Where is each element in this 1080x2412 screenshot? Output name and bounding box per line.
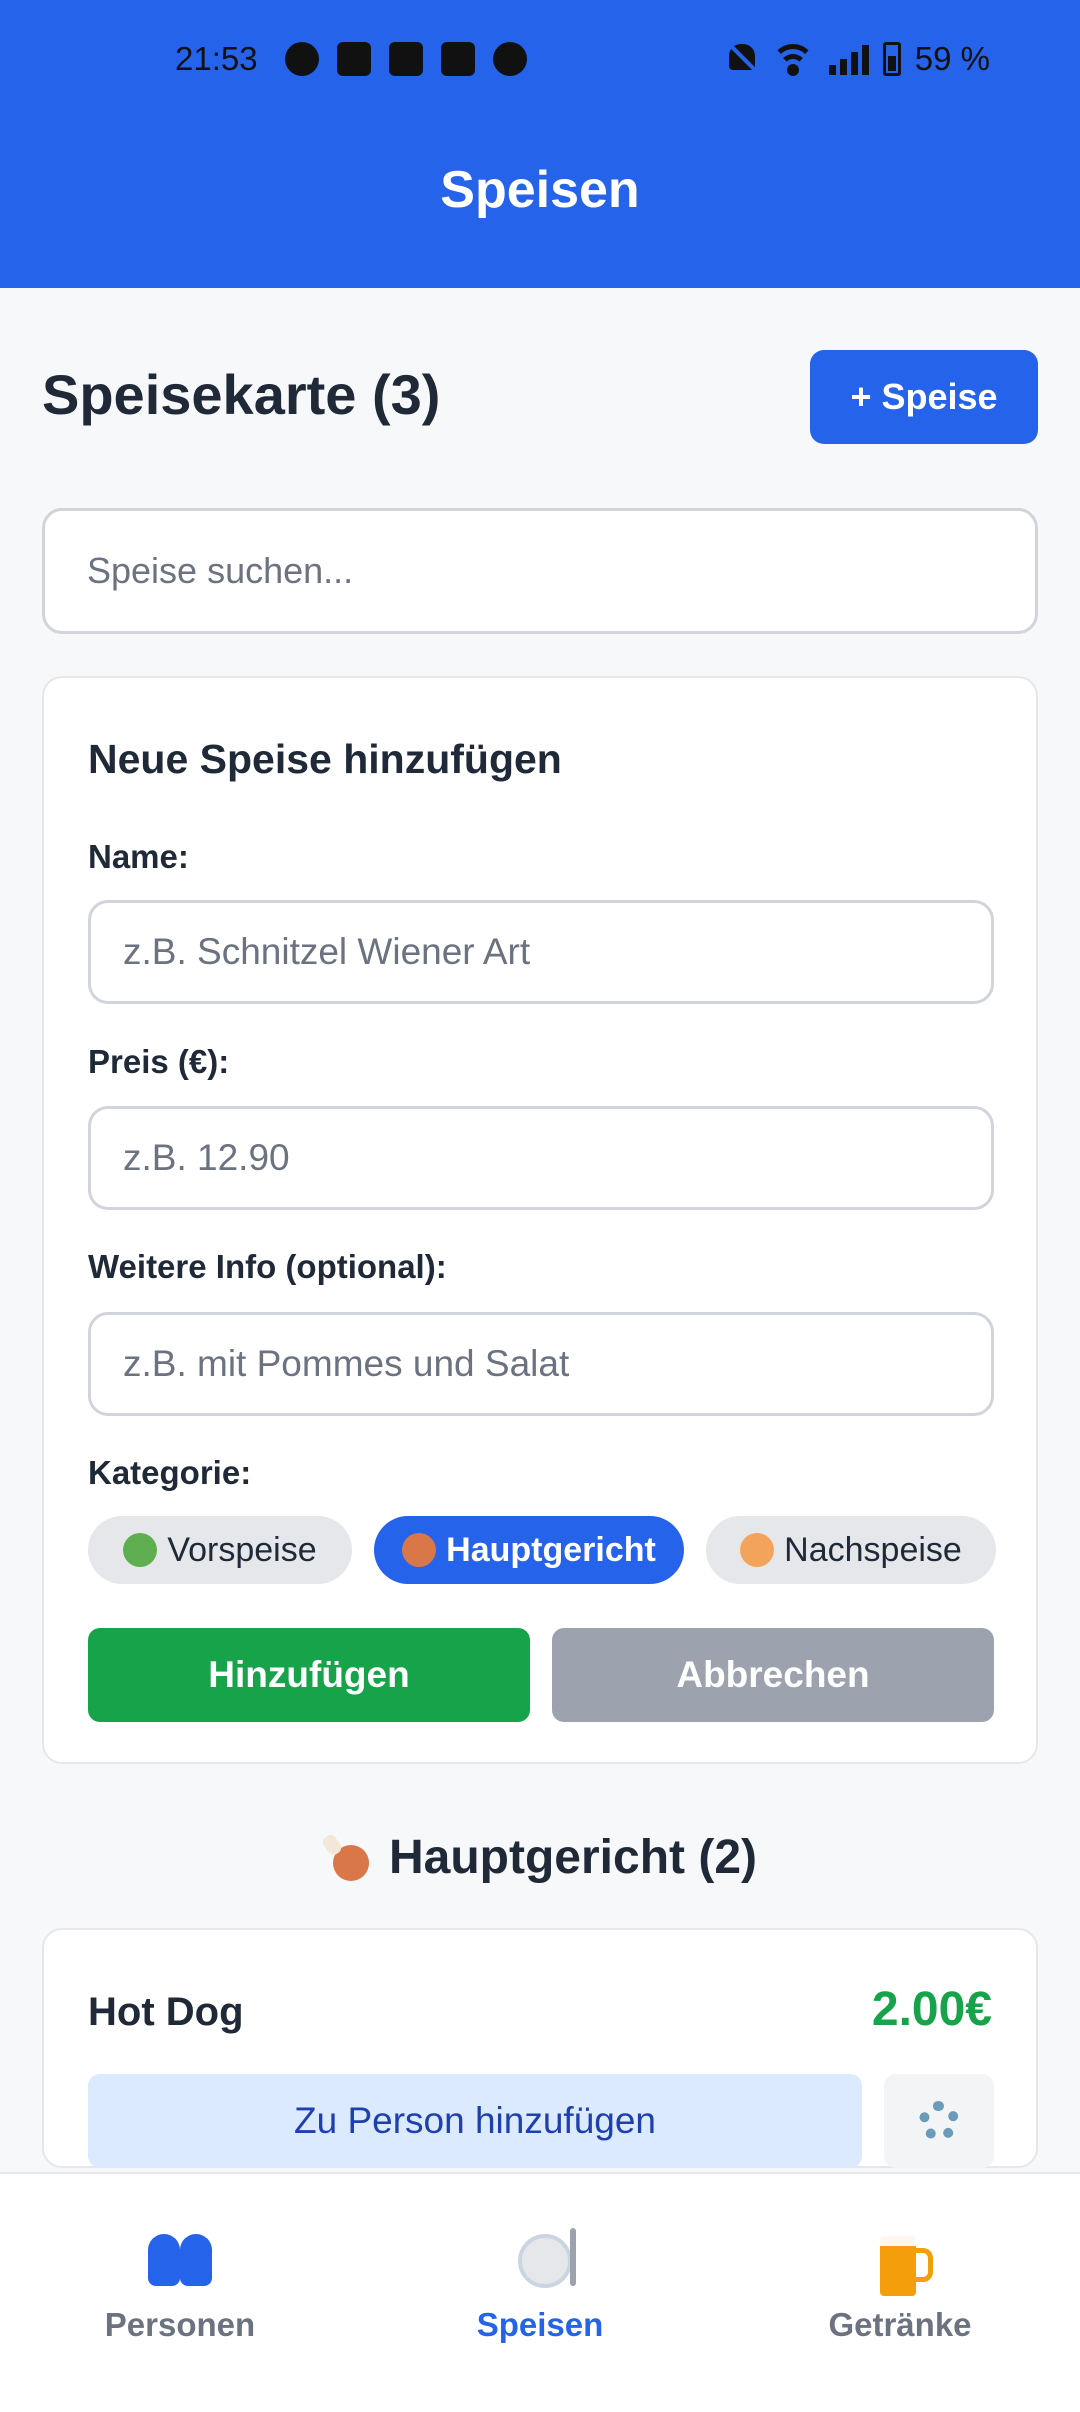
notification-icons bbox=[285, 42, 527, 76]
cancel-button[interactable]: Abbrechen bbox=[552, 1628, 994, 1722]
category-heading: Hauptgericht (2) bbox=[0, 1830, 1080, 1885]
new-dish-form: Neue Speise hinzufügen Name: Preis (€): … bbox=[42, 676, 1038, 1764]
dish-price: 2.00€ bbox=[871, 1983, 992, 2036]
plate-icon bbox=[504, 2226, 576, 2288]
cake-icon bbox=[740, 1533, 775, 1567]
cloud-icon bbox=[493, 42, 527, 76]
people-icon bbox=[144, 2226, 216, 2288]
wifi-icon bbox=[770, 42, 815, 76]
chip-label: Vorspeise bbox=[167, 1530, 317, 1569]
signal-icon bbox=[828, 43, 869, 75]
category-chip-hauptgericht[interactable]: Hauptgericht bbox=[374, 1516, 684, 1584]
form-title: Neue Speise hinzufügen bbox=[88, 736, 562, 782]
menu-title: Speisekarte (3) bbox=[42, 363, 441, 426]
status-time: 21:53 bbox=[175, 40, 258, 77]
status-bar: 21:53 59 % bbox=[0, 0, 1080, 124]
info-label: Weitere Info (optional): bbox=[88, 1248, 447, 1285]
submit-button[interactable]: Hinzufügen bbox=[88, 1628, 530, 1722]
linkedin-icon bbox=[389, 42, 423, 76]
page-title: Speisen bbox=[440, 161, 640, 219]
beer-icon bbox=[864, 2226, 936, 2296]
dish-card: Hot Dog 2.00€ Zu Person hinzufügen bbox=[42, 1928, 1038, 2168]
nav-item-getraenke[interactable]: Getränke bbox=[720, 2174, 1080, 2412]
name-label: Name: bbox=[88, 838, 189, 875]
category-chip-vorspeise[interactable]: Vorspeise bbox=[88, 1516, 352, 1584]
muted-bell-icon bbox=[727, 42, 757, 76]
bottom-nav: Personen Speisen Getränke bbox=[0, 2172, 1080, 2412]
nav-item-speisen[interactable]: Speisen bbox=[360, 2174, 720, 2412]
battery-level: 59 % bbox=[914, 40, 990, 77]
meat-icon bbox=[402, 1533, 437, 1567]
add-dish-button[interactable]: + Speise bbox=[810, 350, 1038, 444]
category-chip-nachspeise[interactable]: Nachspeise bbox=[706, 1516, 996, 1584]
add-to-person-button[interactable]: Zu Person hinzufügen bbox=[88, 2074, 862, 2168]
dish-settings-button[interactable] bbox=[884, 2074, 994, 2168]
chip-label: Nachspeise bbox=[784, 1530, 962, 1569]
dish-name: Hot Dog bbox=[88, 1990, 244, 2034]
chip-label: Hauptgericht bbox=[446, 1530, 656, 1569]
search-input[interactable] bbox=[42, 508, 1038, 634]
snapchat-icon bbox=[285, 42, 319, 76]
gmail-icon bbox=[337, 42, 371, 76]
info-field[interactable] bbox=[88, 1312, 994, 1416]
name-field[interactable] bbox=[88, 900, 994, 1004]
nav-label: Personen bbox=[104, 2306, 256, 2343]
gear-icon bbox=[919, 2101, 959, 2141]
calendar-icon bbox=[441, 42, 475, 76]
meat-icon bbox=[323, 1833, 371, 1883]
price-label: Preis (€): bbox=[88, 1043, 230, 1080]
app-header: 21:53 59 % Speisen bbox=[0, 0, 1080, 288]
battery-icon bbox=[882, 42, 901, 76]
nav-item-personen[interactable]: Personen bbox=[0, 2174, 360, 2412]
nav-label: Speisen bbox=[476, 2306, 604, 2343]
status-right: 59 % bbox=[727, 40, 990, 78]
category-label: Kategorie: bbox=[88, 1454, 252, 1491]
nav-label: Getränke bbox=[828, 2306, 972, 2343]
price-field[interactable] bbox=[88, 1106, 994, 1210]
salad-icon bbox=[123, 1533, 158, 1567]
category-title: Hauptgericht (2) bbox=[388, 1831, 757, 1884]
